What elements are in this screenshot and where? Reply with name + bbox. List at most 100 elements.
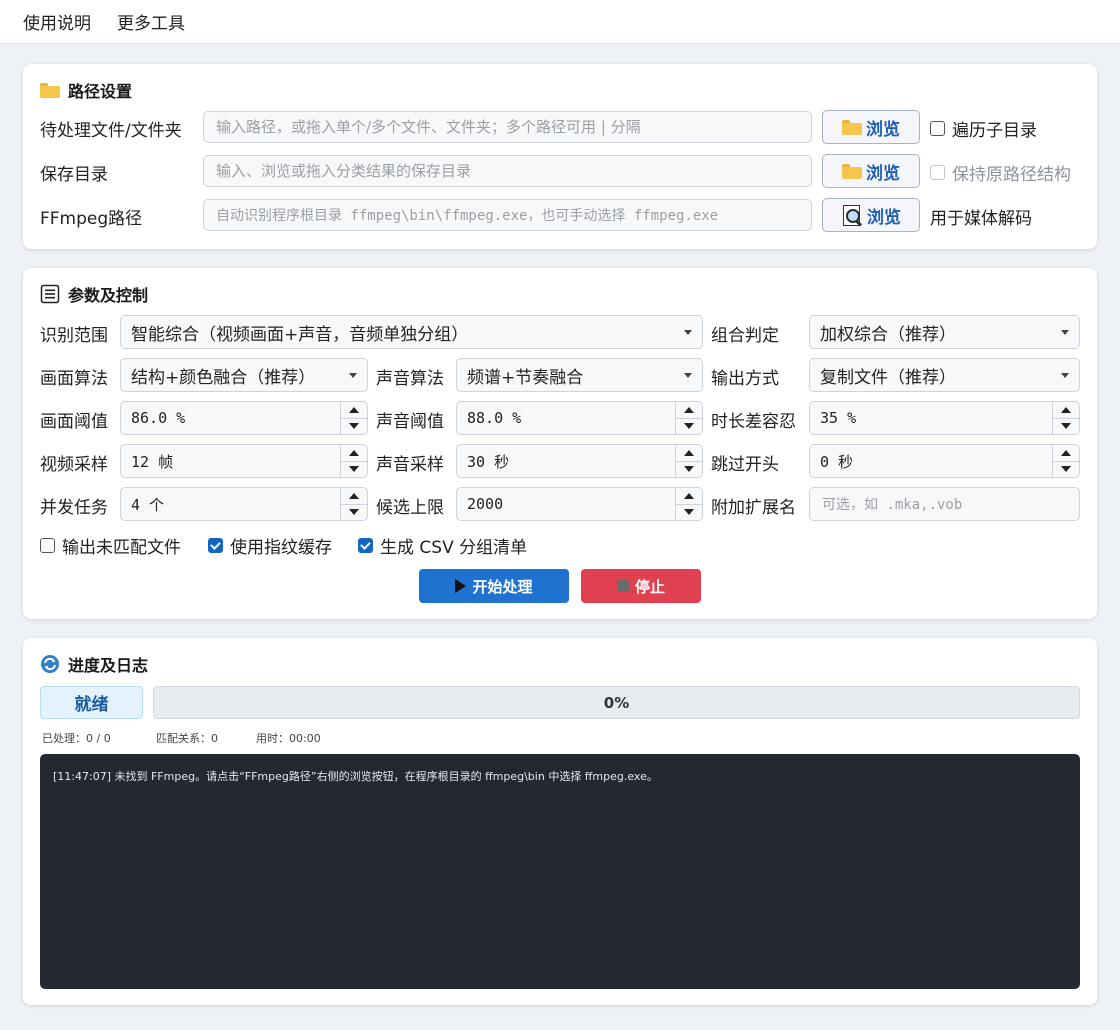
spin-buttons[interactable] [340, 445, 367, 477]
fingerprint-cache-checkbox[interactable]: 使用指纹缓存 [208, 533, 332, 558]
duration-tolerance-label: 时长差容忍 [711, 412, 796, 432]
menu-help[interactable]: 使用说明 [23, 9, 91, 34]
spin-down-icon[interactable] [341, 417, 367, 435]
spin-up-icon[interactable] [341, 402, 367, 418]
save-dir-field[interactable] [203, 155, 812, 187]
path-settings-title: 路径设置 [40, 78, 132, 102]
spin-down-icon[interactable] [676, 503, 702, 521]
output-unmatched-checkbox[interactable]: 输出未匹配文件 [40, 533, 181, 558]
ffmpeg-note: 用于媒体解码 [930, 209, 1032, 229]
spin-buttons[interactable] [340, 402, 367, 434]
audio-sampling-value: 30 秒 [467, 452, 510, 471]
ffmpeg-field[interactable] [203, 199, 812, 231]
fingerprint-cache-box[interactable] [208, 538, 223, 553]
spin-buttons[interactable] [1052, 402, 1079, 434]
csv-list-box[interactable] [358, 538, 373, 553]
csv-list-checkbox[interactable]: 生成 CSV 分组清单 [358, 533, 527, 558]
scope-select[interactable]: 智能综合（视频画面+声音，音频单独分组） [120, 315, 703, 349]
combine-value: 加权综合（推荐） [820, 324, 956, 345]
spin-down-icon[interactable] [676, 460, 702, 478]
ffmpeg-label: FFmpeg路径 [40, 209, 143, 229]
audio-sampling-label: 声音采样 [376, 455, 444, 475]
scope-label: 识别范围 [40, 326, 108, 346]
extra-ext-field[interactable] [809, 487, 1080, 521]
stats-processed: 已处理：0 / 0 [42, 732, 111, 745]
browse-input-button[interactable]: 浏览 [822, 110, 920, 144]
browse-ffmpeg-button[interactable]: 浏览 [822, 198, 920, 232]
spin-buttons[interactable] [675, 445, 702, 477]
output-unmatched-label: 输出未匹配文件 [62, 538, 181, 558]
output-mode-label: 输出方式 [711, 369, 779, 389]
keep-structure-label: 保持原路径结构 [952, 165, 1071, 185]
video-sampling-label: 视频采样 [40, 455, 108, 475]
extra-ext-label: 附加扩展名 [711, 498, 796, 518]
concurrency-spinbox[interactable]: 4 个 [120, 487, 368, 521]
keep-structure-checkbox[interactable]: 保持原路径结构 [930, 160, 1071, 185]
input-files-field[interactable] [203, 111, 812, 143]
skip-intro-spinbox[interactable]: 0 秒 [809, 444, 1080, 478]
recurse-subdirs-box[interactable] [930, 121, 945, 136]
audio-sampling-spinbox[interactable]: 30 秒 [456, 444, 703, 478]
scope-value: 智能综合（视频画面+声音，音频单独分组） [131, 324, 469, 345]
combine-label: 组合判定 [711, 326, 779, 346]
skip-intro-label: 跳过开头 [711, 455, 779, 475]
spin-down-icon[interactable] [1053, 417, 1079, 435]
browse-save-button[interactable]: 浏览 [822, 154, 920, 188]
image-threshold-spinbox[interactable]: 86.0 % [120, 401, 368, 435]
spin-buttons[interactable] [675, 402, 702, 434]
progress-text: 0% [603, 693, 630, 712]
recurse-subdirs-checkbox[interactable]: 遍历子目录 [930, 116, 1037, 141]
params-panel: 参数及控制 识别范围 智能综合（视频画面+声音，音频单独分组） 组合判定 加权综… [23, 268, 1097, 619]
spin-down-icon[interactable] [676, 417, 702, 435]
stop-button-label: 停止 [634, 577, 665, 596]
spin-down-icon[interactable] [341, 503, 367, 521]
keep-structure-box[interactable] [930, 165, 945, 180]
spin-up-icon[interactable] [676, 402, 702, 418]
image-threshold-value: 86.0 % [131, 409, 186, 427]
stop-icon [616, 580, 629, 592]
audio-threshold-spinbox[interactable]: 88.0 % [456, 401, 703, 435]
spin-buttons[interactable] [340, 488, 367, 520]
chevron-down-icon [1061, 373, 1069, 378]
browse-save-label: 浏览 [866, 163, 900, 184]
spin-buttons[interactable] [675, 488, 702, 520]
skip-intro-value: 0 秒 [820, 452, 854, 471]
spin-down-icon[interactable] [1053, 460, 1079, 478]
path-settings-panel: 路径设置 待处理文件/文件夹 浏览 遍历子目录 保存目录 浏览 保持原路径结构 … [23, 64, 1097, 249]
candidate-limit-value: 2000 [467, 495, 504, 513]
input-files-label: 待处理文件/文件夹 [40, 121, 182, 141]
start-button[interactable]: 开始处理 [419, 569, 569, 603]
spin-down-icon[interactable] [341, 460, 367, 478]
output-unmatched-box[interactable] [40, 538, 55, 553]
candidate-limit-spinbox[interactable]: 2000 [456, 487, 703, 521]
video-sampling-value: 12 帧 [131, 452, 174, 471]
candidate-limit-label: 候选上限 [376, 498, 444, 518]
spin-up-icon[interactable] [676, 488, 702, 504]
menu-more-tools[interactable]: 更多工具 [117, 9, 185, 34]
duration-tolerance-spinbox[interactable]: 35 % [809, 401, 1080, 435]
spin-buttons[interactable] [1052, 445, 1079, 477]
log-area[interactable]: [11:47:07] 未找到 FFmpeg。请点击“FFmpeg路径”右侧的浏览… [40, 754, 1080, 989]
folder-icon [40, 82, 60, 98]
combine-select[interactable]: 加权综合（推荐） [809, 315, 1080, 349]
menu-bar: 使用说明 更多工具 [0, 0, 1120, 44]
spin-up-icon[interactable] [1053, 445, 1079, 461]
video-sampling-spinbox[interactable]: 12 帧 [120, 444, 368, 478]
image-algo-select[interactable]: 结构+颜色融合（推荐） [120, 358, 368, 392]
spin-up-icon[interactable] [676, 445, 702, 461]
spin-up-icon[interactable] [341, 445, 367, 461]
stats-matches: 匹配关系：0 [156, 732, 218, 745]
spin-up-icon[interactable] [1053, 402, 1079, 418]
spin-up-icon[interactable] [341, 488, 367, 504]
image-algo-label: 画面算法 [40, 369, 108, 389]
image-threshold-label: 画面阈值 [40, 412, 108, 432]
start-button-label: 开始处理 [472, 577, 533, 596]
audio-threshold-value: 88.0 % [467, 409, 522, 427]
chevron-down-icon [349, 373, 357, 378]
stop-button[interactable]: 停止 [581, 569, 701, 603]
audio-algo-select[interactable]: 频谱+节奏融合 [456, 358, 703, 392]
folder-icon [842, 163, 862, 179]
concurrency-label: 并发任务 [40, 498, 108, 518]
audio-algo-value: 频谱+节奏融合 [467, 367, 584, 388]
output-mode-select[interactable]: 复制文件（推荐） [809, 358, 1080, 392]
